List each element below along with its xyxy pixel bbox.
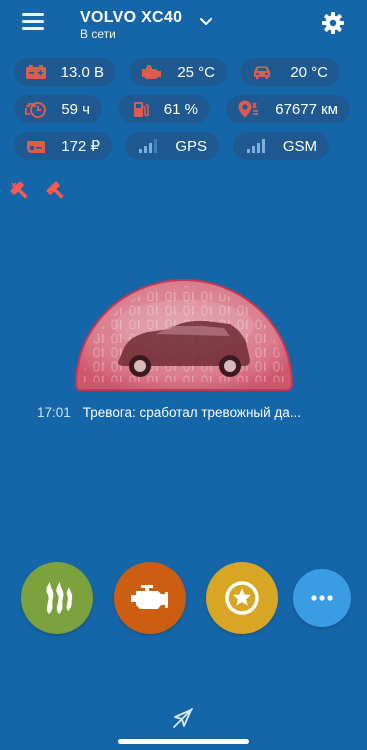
event-text: Тревога: сработал тревожный да... — [82, 405, 302, 420]
app-header: VOLVO XC40 В сети — [0, 0, 367, 46]
engine-temp-icon — [142, 65, 161, 79]
more-icon — [311, 595, 333, 601]
fuel-level-chip[interactable]: 61 % — [118, 95, 210, 123]
engine-hours-value: 59 ч — [61, 100, 90, 118]
interior-temp-value: 20 °C — [290, 63, 328, 81]
balance-card-icon — [27, 141, 45, 153]
gps-label: GPS — [175, 137, 207, 155]
gsm-chip[interactable]: GSM — [233, 132, 329, 160]
engine-start-button[interactable] — [114, 562, 186, 634]
fuel-icon — [134, 102, 149, 117]
engine-hours-icon — [25, 102, 46, 118]
last-event-row[interactable]: 17:01 Тревога: сработал тревожный да... — [37, 405, 301, 420]
gear-icon[interactable] — [321, 11, 345, 35]
odometer-value: 67677 км — [275, 100, 338, 118]
hamburger-menu-icon[interactable] — [22, 12, 46, 32]
balance-value: 172 ₽ — [61, 138, 100, 155]
no-location-icon[interactable] — [171, 706, 195, 730]
battery-voltage-chip[interactable]: 13.0 В — [14, 58, 116, 86]
interior-temp-chip[interactable]: 20 °C — [240, 58, 340, 86]
gps-signal-icon — [139, 139, 157, 153]
engine-start-icon — [131, 585, 168, 609]
gsm-label: GSM — [282, 137, 317, 155]
vehicle-selector[interactable]: VOLVO XC40 В сети — [80, 9, 182, 41]
heater-button[interactable] — [21, 562, 93, 634]
connection-status: В сети — [80, 27, 116, 41]
car-interior-temp-icon — [254, 66, 270, 79]
event-time: 17:01 — [37, 405, 71, 420]
car-security-dome[interactable] — [74, 276, 294, 396]
gps-chip[interactable]: GPS — [125, 132, 219, 160]
engine-hours-chip[interactable]: 59 ч — [14, 95, 102, 123]
battery-icon — [26, 65, 46, 79]
fuel-level-value: 61 % — [163, 100, 198, 118]
vehicle-name: VOLVO XC40 — [80, 9, 183, 26]
odometer-location-icon — [238, 100, 258, 118]
chevron-down-icon[interactable] — [197, 13, 215, 31]
more-button[interactable] — [293, 569, 351, 627]
favorite-star-icon — [225, 581, 259, 615]
gsm-signal-icon — [247, 139, 265, 153]
favorite-button[interactable] — [206, 562, 278, 634]
hammer-alert-icon[interactable] — [9, 180, 31, 202]
home-indicator[interactable] — [118, 739, 249, 744]
battery-voltage-value: 13.0 В — [60, 63, 104, 81]
engine-temp-chip[interactable]: 25 °C — [129, 58, 227, 86]
balance-chip[interactable]: 172 ₽ — [14, 132, 112, 160]
odometer-chip[interactable]: 67677 км — [226, 95, 350, 123]
heater-icon — [46, 582, 73, 614]
hammer-alert-icon[interactable] — [45, 180, 67, 202]
engine-temp-value: 25 °C — [177, 63, 215, 81]
